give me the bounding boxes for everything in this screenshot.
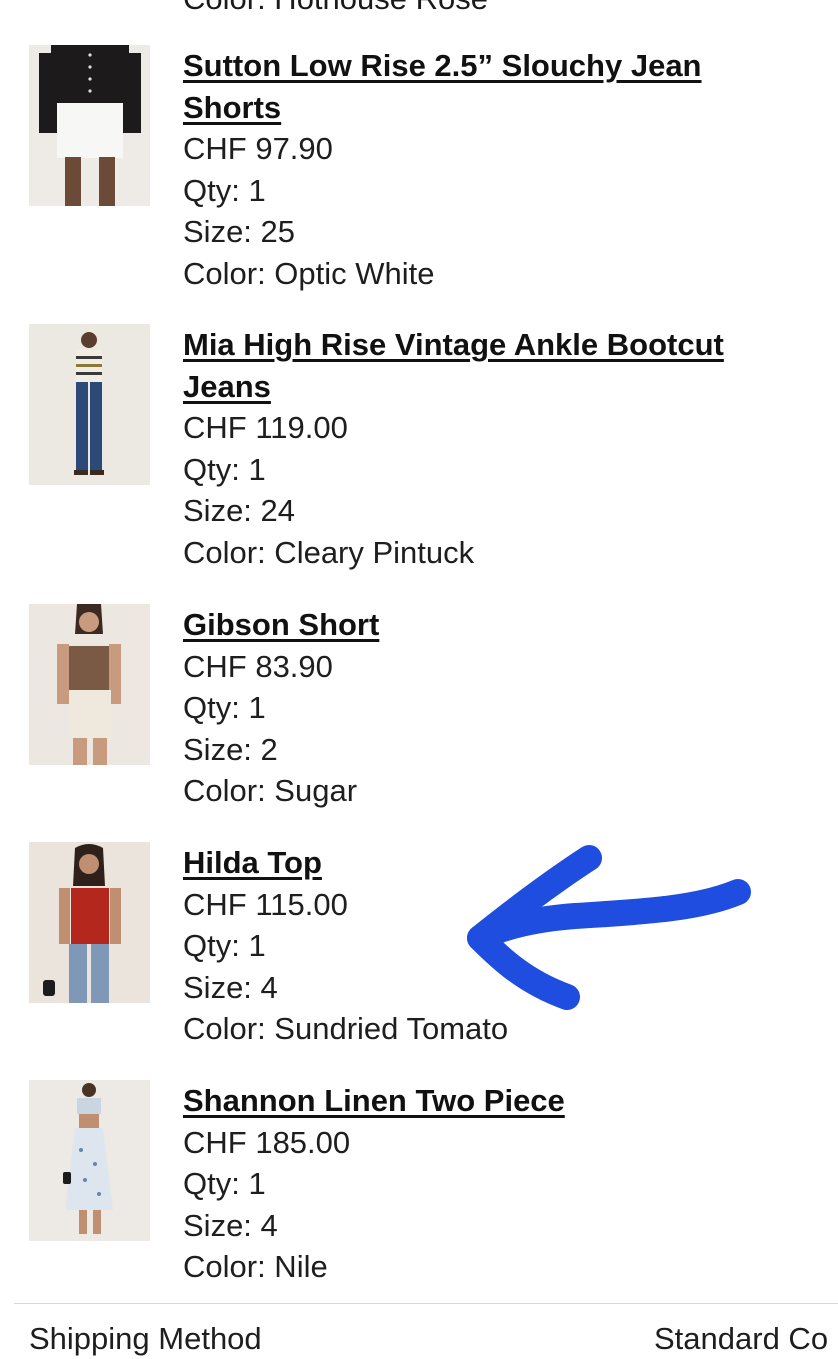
product-price: CHF 185.00 xyxy=(183,1124,351,1160)
product-color: Color: Sugar xyxy=(183,773,358,808)
product-size: Size: 4 xyxy=(183,1207,278,1243)
product-photo-icon xyxy=(29,604,150,765)
product-qty: Qty: 1 xyxy=(183,451,266,487)
product-image-sutton-shorts[interactable] xyxy=(29,45,150,206)
product-size: Size: 2 xyxy=(183,731,278,767)
product-photo-icon xyxy=(29,1080,150,1241)
product-price: CHF 97.90 xyxy=(183,131,333,166)
product-image-mia-jeans[interactable] xyxy=(29,324,150,485)
previous-item-color: Color: Hothouse Rose xyxy=(183,0,488,19)
product-image-hilda-top[interactable] xyxy=(29,842,150,1003)
product-size: Size: 25 xyxy=(183,214,296,249)
product-photo-icon xyxy=(29,45,150,206)
section-divider xyxy=(14,1303,838,1304)
product-title-link[interactable]: Gibson Short xyxy=(183,604,778,646)
product-qty: Qty: 1 xyxy=(183,172,266,208)
product-title-link[interactable]: Mia High Rise Vintage Ankle Bootcut Jean… xyxy=(183,324,778,407)
shipping-method-value: Standard Co xyxy=(654,1321,829,1356)
product-color: Color: Cleary Pintuck xyxy=(183,534,475,570)
shipping-method-label: Shipping Method xyxy=(29,1321,262,1356)
product-photo-icon xyxy=(29,842,150,1003)
product-image-gibson-short[interactable] xyxy=(29,604,150,765)
hand-drawn-arrow-icon xyxy=(467,845,751,1010)
product-color: Color: Optic White xyxy=(183,255,435,291)
product-qty: Qty: 1 xyxy=(183,1166,266,1201)
product-image-shannon-two-piece[interactable] xyxy=(29,1080,150,1241)
product-size: Size: 24 xyxy=(183,493,296,528)
product-price: CHF 119.00 xyxy=(183,410,348,445)
product-qty: Qty: 1 xyxy=(183,690,266,725)
product-title-link[interactable]: Shannon Linen Two Piece xyxy=(183,1080,778,1122)
product-photo-icon xyxy=(29,324,150,485)
product-title-link[interactable]: Sutton Low Rise 2.5” Slouchy Jean Shorts xyxy=(183,45,778,128)
product-price: CHF 83.90 xyxy=(183,648,333,684)
product-color: Color: Nile xyxy=(183,1249,328,1284)
